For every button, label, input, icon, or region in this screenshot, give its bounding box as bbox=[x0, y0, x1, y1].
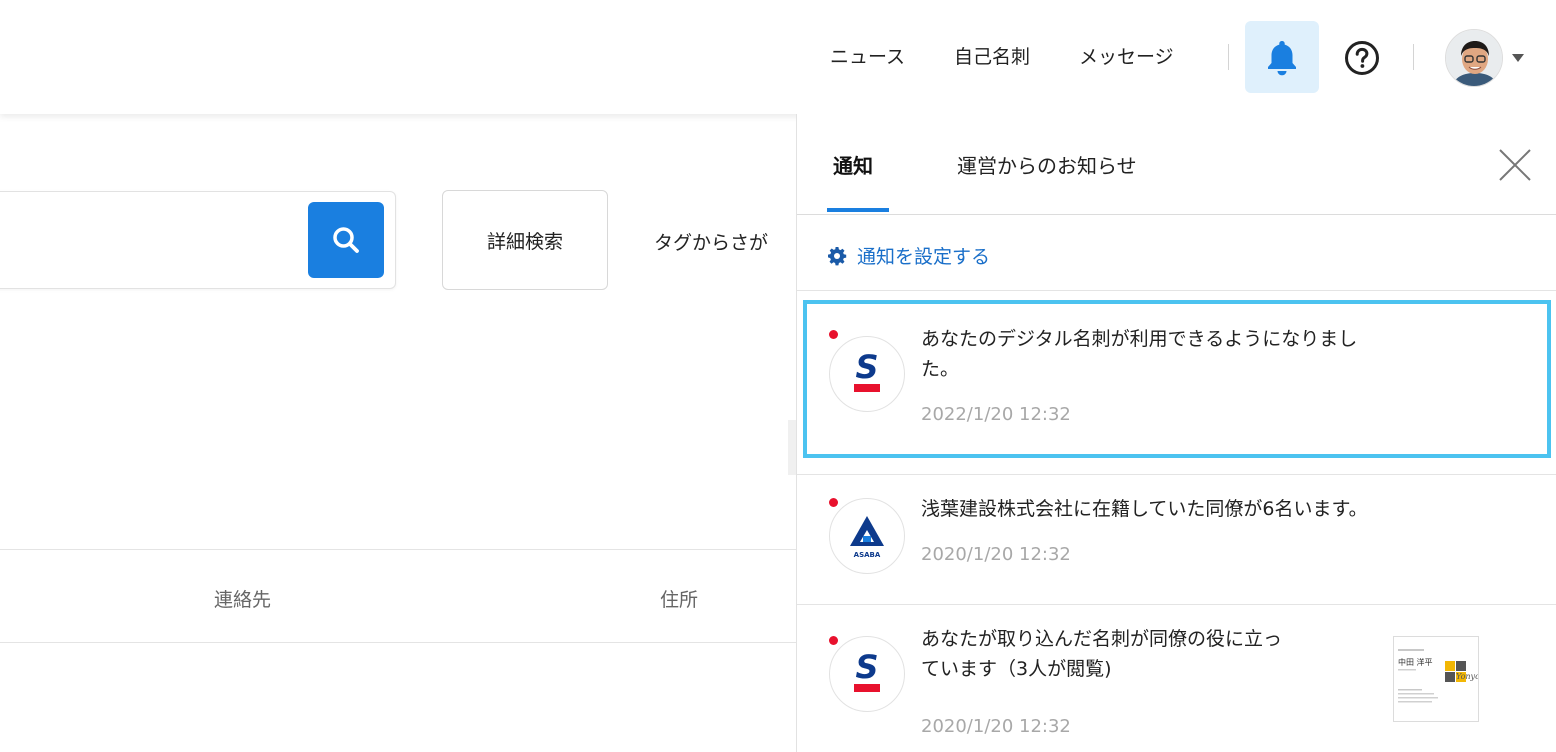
table-header-bottom-border bbox=[0, 642, 796, 643]
notification-item[interactable]: S あなたのデジタル名刺が利用できるようになりまし た。 2022/1/20 1… bbox=[803, 300, 1551, 458]
notification-divider bbox=[797, 474, 1556, 475]
notification-divider bbox=[797, 604, 1556, 605]
notification-timestamp: 2020/1/20 12:32 bbox=[921, 716, 1071, 737]
nav-news-link[interactable]: ニュース bbox=[830, 42, 905, 69]
notification-message: あなたが取り込んだ名刺が同僚の役に立っ ています（3人が閲覧) bbox=[921, 624, 1381, 684]
card-name-text: 中田 洋平 bbox=[1398, 657, 1433, 667]
gear-icon bbox=[828, 246, 847, 265]
notification-settings-label: 通知を設定する bbox=[857, 246, 991, 268]
search-icon bbox=[333, 227, 359, 253]
sansan-logo: S bbox=[829, 636, 905, 712]
notification-message-line: 浅葉建設株式会社に在籍していた同僚が6名います。 bbox=[921, 498, 1368, 520]
bell-icon bbox=[1268, 41, 1296, 76]
advanced-search-button[interactable]: 詳細検索 bbox=[442, 190, 608, 290]
sansan-s-logo-icon: S bbox=[854, 648, 880, 692]
notification-item[interactable]: ASABA 浅葉建設株式会社に在籍していた同僚が6名います。 2020/1/20… bbox=[803, 484, 1551, 602]
company-logo: ASABA bbox=[829, 498, 905, 574]
asaba-logo-text: ASABA bbox=[854, 551, 881, 559]
nav-messages-link[interactable]: メッセージ bbox=[1079, 42, 1174, 69]
nav-my-card-link[interactable]: 自己名刺 bbox=[954, 42, 1030, 69]
user-avatar[interactable] bbox=[1445, 29, 1503, 87]
notification-message-line: あなたのデジタル名刺が利用できるようになりまし bbox=[921, 328, 1358, 350]
column-header-contact[interactable]: 連絡先 bbox=[214, 585, 271, 612]
notification-message-line: あなたが取り込んだ名刺が同僚の役に立っ bbox=[921, 628, 1283, 650]
svg-text:S: S bbox=[855, 348, 878, 386]
header-divider bbox=[1228, 44, 1229, 70]
asaba-logo-icon: ASABA bbox=[850, 516, 884, 559]
sansan-s-logo-icon: S bbox=[854, 348, 880, 392]
tab-notifications[interactable]: 通知 bbox=[833, 150, 873, 179]
tag-search-link[interactable]: タグからさが bbox=[654, 228, 794, 255]
unread-dot bbox=[829, 636, 838, 645]
table-header-top-border bbox=[0, 549, 796, 550]
scroll-edge bbox=[788, 420, 796, 475]
notification-timestamp: 2020/1/20 12:32 bbox=[921, 544, 1071, 565]
card-brand-text: Yonyon bbox=[1456, 672, 1478, 681]
tabs-divider bbox=[797, 214, 1556, 215]
notification-panel: 通知 運営からのお知らせ 通知を設定する S あなたのデジタル名刺が利用できるよ… bbox=[796, 114, 1556, 752]
header-divider bbox=[1413, 44, 1414, 70]
chevron-down-icon[interactable] bbox=[1512, 54, 1524, 62]
question-circle-icon bbox=[1345, 41, 1379, 75]
notification-item[interactable]: S あなたが取り込んだ名刺が同僚の役に立っ ています（3人が閲覧) 2020/1… bbox=[803, 614, 1551, 752]
active-tab-indicator bbox=[827, 208, 889, 212]
unread-dot bbox=[829, 330, 838, 339]
page: ニュース 自己名刺 メッセージ 詳細検索 タグからさが 連絡先 住所 通知 運営… bbox=[0, 0, 1556, 752]
person-photo-icon bbox=[1446, 30, 1502, 86]
settings-divider bbox=[797, 290, 1556, 291]
notification-message-line: ています（3人が閲覧) bbox=[921, 658, 1112, 680]
unread-dot bbox=[829, 498, 838, 507]
top-header: ニュース 自己名刺 メッセージ bbox=[0, 0, 1556, 114]
search-button[interactable] bbox=[308, 202, 384, 278]
notification-settings-link[interactable]: 通知を設定する bbox=[827, 242, 990, 269]
sansan-logo: S bbox=[829, 336, 905, 412]
tab-announcements[interactable]: 運営からのお知らせ bbox=[957, 150, 1137, 179]
business-card-thumbnail[interactable]: 中田 洋平 Yonyon bbox=[1393, 636, 1485, 722]
notification-message-line: た。 bbox=[921, 358, 960, 380]
svg-text:S: S bbox=[855, 648, 878, 686]
help-button[interactable] bbox=[1343, 39, 1381, 77]
notification-timestamp: 2022/1/20 12:32 bbox=[921, 404, 1071, 425]
business-card-image: 中田 洋平 Yonyon bbox=[1398, 649, 1485, 703]
notifications-button[interactable] bbox=[1245, 21, 1319, 93]
notification-message: あなたのデジタル名刺が利用できるようになりまし た。 bbox=[921, 324, 1481, 384]
notification-message: 浅葉建設株式会社に在籍していた同僚が6名います。 bbox=[921, 494, 1521, 524]
close-icon[interactable] bbox=[1497, 147, 1533, 183]
column-header-address[interactable]: 住所 bbox=[660, 585, 698, 612]
